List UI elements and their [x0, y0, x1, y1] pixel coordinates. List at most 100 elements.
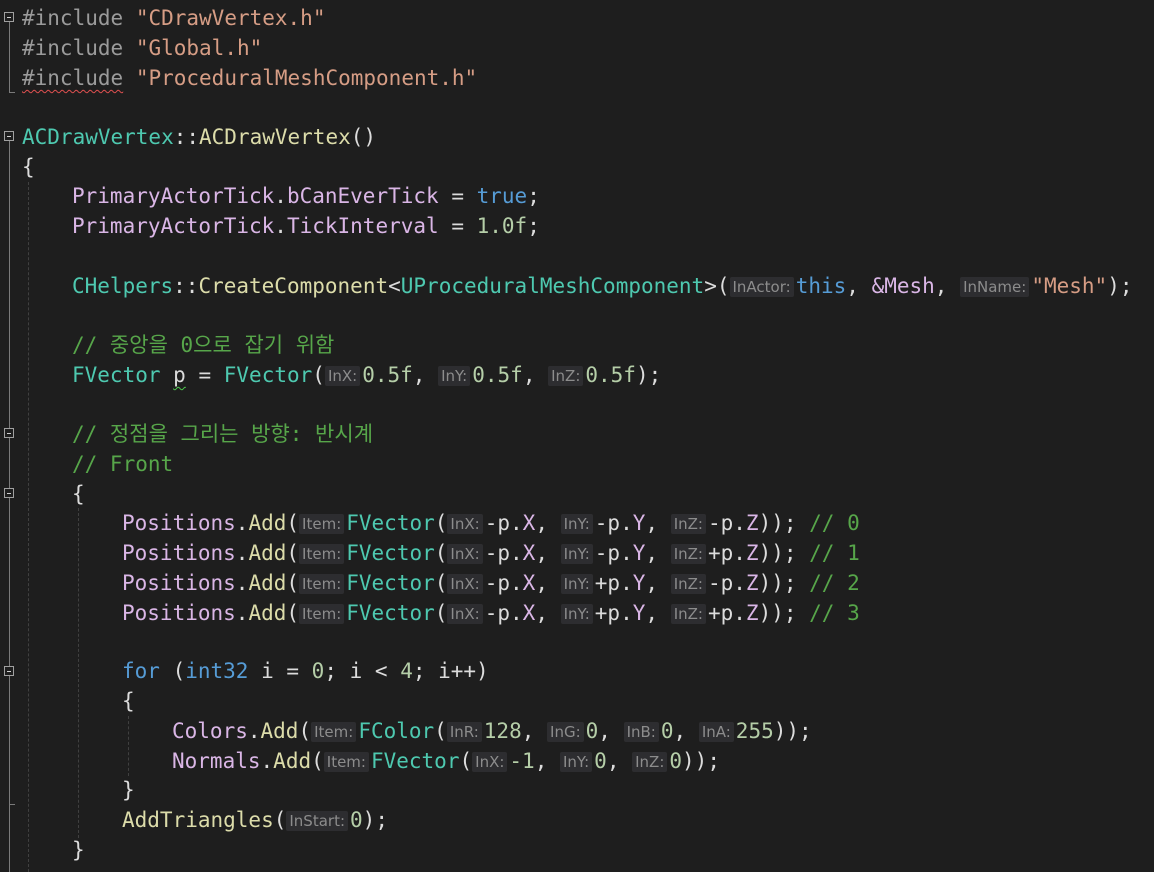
number: 4	[400, 659, 413, 683]
include-path: "CDrawVertex.h"	[135, 6, 326, 30]
number: 0	[311, 659, 325, 683]
code-line-for[interactable]: for (int32 i = 0; i < 4; i++)	[122, 656, 489, 686]
sign: -	[594, 541, 608, 565]
fold-toggle-ctor[interactable]	[4, 131, 14, 141]
type-name: int32	[185, 659, 249, 683]
comma: ,	[846, 274, 872, 298]
code-line-colors[interactable]: Colors.Add(Item: FColor(InR: 128, InG: 0, I…	[172, 716, 812, 746]
number: 0.5f	[362, 363, 413, 387]
operator: =	[185, 363, 224, 387]
param-hint: Item:	[299, 604, 345, 624]
sign: +	[594, 601, 608, 625]
function-name: Add	[248, 571, 287, 595]
semicolon: ));	[682, 749, 720, 773]
code-comment[interactable]: // Front	[72, 449, 173, 479]
code-comment[interactable]: // 중앙을 0으로 잡기 위함	[72, 330, 334, 360]
sign: -	[484, 601, 498, 625]
code-comment[interactable]: // 정점을 그리는 방향: 반시계	[72, 419, 373, 449]
code-text: ; i <	[324, 659, 401, 683]
param-hint: InZ:	[548, 366, 584, 386]
param-hint: InY:	[560, 574, 593, 594]
code-line-brace[interactable]: {	[22, 152, 35, 182]
param-hint: InZ:	[670, 514, 706, 534]
code-line-positions-add[interactable]: Positions.Add(Item: FVector(InX: -p.X, InY…	[122, 538, 860, 568]
semicolon: ));	[773, 719, 812, 743]
variable: Positions	[122, 511, 236, 535]
type-name: FColor	[358, 719, 435, 743]
param-hint: InZ:	[670, 574, 706, 594]
number: 0	[594, 749, 607, 773]
comma: ,	[522, 363, 549, 387]
code-line-include-1[interactable]: #include "CDrawVertex.h"	[22, 3, 325, 33]
comma: ,	[934, 274, 961, 298]
sign: +	[707, 601, 721, 625]
scope-operator: ::	[173, 274, 199, 298]
param-hint: InX:	[472, 752, 508, 772]
function-name: CreateComponent	[198, 274, 389, 298]
open-brace: {	[122, 689, 135, 713]
code-line-fvector-p[interactable]: FVector p = FVector(InX: 0.5f, InY: 0.5f, …	[72, 360, 661, 390]
code-line-positions-add[interactable]: Positions.Add(Item: FVector(InX: -p.X, InY…	[122, 568, 860, 598]
param-hint: InZ:	[670, 604, 706, 624]
number: 0.5f	[585, 363, 636, 387]
code-line-inner-close[interactable]: }	[122, 775, 135, 805]
member-access: p.X	[497, 541, 536, 565]
paren: (	[159, 659, 186, 683]
indent-guide	[128, 716, 129, 776]
code-line-normals[interactable]: Normals.Add(Item: FVector(InX: -1, InY: 0, …	[172, 746, 720, 776]
outline-end	[9, 804, 15, 805]
semicolon: ;	[527, 214, 540, 238]
code-line-tick-1[interactable]: PrimaryActorTick.bCanEverTick = true;	[72, 181, 540, 211]
preprocessor-directive-error[interactable]: #include	[22, 66, 123, 90]
member-access: p.X	[497, 601, 536, 625]
code-line-addtriangles[interactable]: AddTriangles(InStart: 0);	[122, 805, 388, 835]
code-line-block-open[interactable]: {	[72, 479, 85, 509]
sign: +	[594, 571, 608, 595]
code-comment: // 2	[809, 571, 860, 595]
open-brace: {	[22, 155, 35, 179]
open-brace: {	[72, 482, 85, 506]
code-line-positions-add[interactable]: Positions.Add(Item: FVector(InX: -p.X, InY…	[122, 598, 860, 628]
keyword: this	[795, 274, 847, 298]
code-editor[interactable]: #include "CDrawVertex.h" #include "Globa…	[0, 0, 1154, 872]
param-hint: InX:	[447, 574, 483, 594]
fold-toggle-for[interactable]	[4, 666, 14, 676]
fold-toggle-front[interactable]	[4, 428, 14, 438]
code-comment: // 3	[809, 601, 860, 625]
param-hint: InY:	[560, 544, 593, 564]
member-access: p.X	[497, 511, 536, 535]
param-hint: InY:	[560, 604, 593, 624]
function-name: AddTriangles	[122, 808, 274, 832]
member-access: p.Z	[720, 541, 759, 565]
param-hint: InY:	[560, 514, 593, 534]
number: 255	[735, 719, 774, 743]
param-hint: Item:	[299, 574, 345, 594]
fold-toggle-block[interactable]	[4, 488, 14, 498]
sign: -	[484, 571, 498, 595]
code-line-include-3[interactable]: #include "ProceduralMeshComponent.h"	[22, 63, 477, 93]
function-name: Add	[260, 719, 299, 743]
number: 128	[483, 719, 522, 743]
code-line-create[interactable]: CHelpers::CreateComponent<UProceduralMes…	[72, 271, 1133, 301]
type-name: FVector	[223, 363, 313, 387]
param-hint: InX:	[324, 366, 361, 386]
sign: -	[484, 541, 498, 565]
code-line-inner-open[interactable]: {	[122, 686, 135, 716]
param-hint: InY:	[560, 752, 593, 772]
code-text: i =	[248, 659, 312, 683]
variable-warning[interactable]: p	[173, 363, 186, 387]
code-line-ctor[interactable]: ACDrawVertex::ACDrawVertex()	[22, 122, 376, 152]
fold-toggle-includes[interactable]	[4, 12, 14, 22]
member-access: p.X	[497, 571, 536, 595]
code-line-include-2[interactable]: #include "Global.h"	[22, 33, 262, 63]
outline-line	[9, 438, 10, 476]
code-line-tick-2[interactable]: PrimaryActorTick.TickInterval = 1.0f;	[72, 211, 540, 241]
code-line-block-close[interactable]: }	[72, 835, 85, 865]
variable: PrimaryActorTick	[72, 214, 275, 238]
param-hint: Item:	[299, 514, 345, 534]
code-line-positions-add[interactable]: Positions.Add(Item: FVector(InX: -p.X, InY…	[122, 508, 860, 538]
number: 0	[350, 808, 363, 832]
template-arg: UProceduralMeshComponent	[400, 274, 705, 298]
function-name: Add	[248, 601, 287, 625]
param-hint: InStart:	[286, 811, 349, 831]
